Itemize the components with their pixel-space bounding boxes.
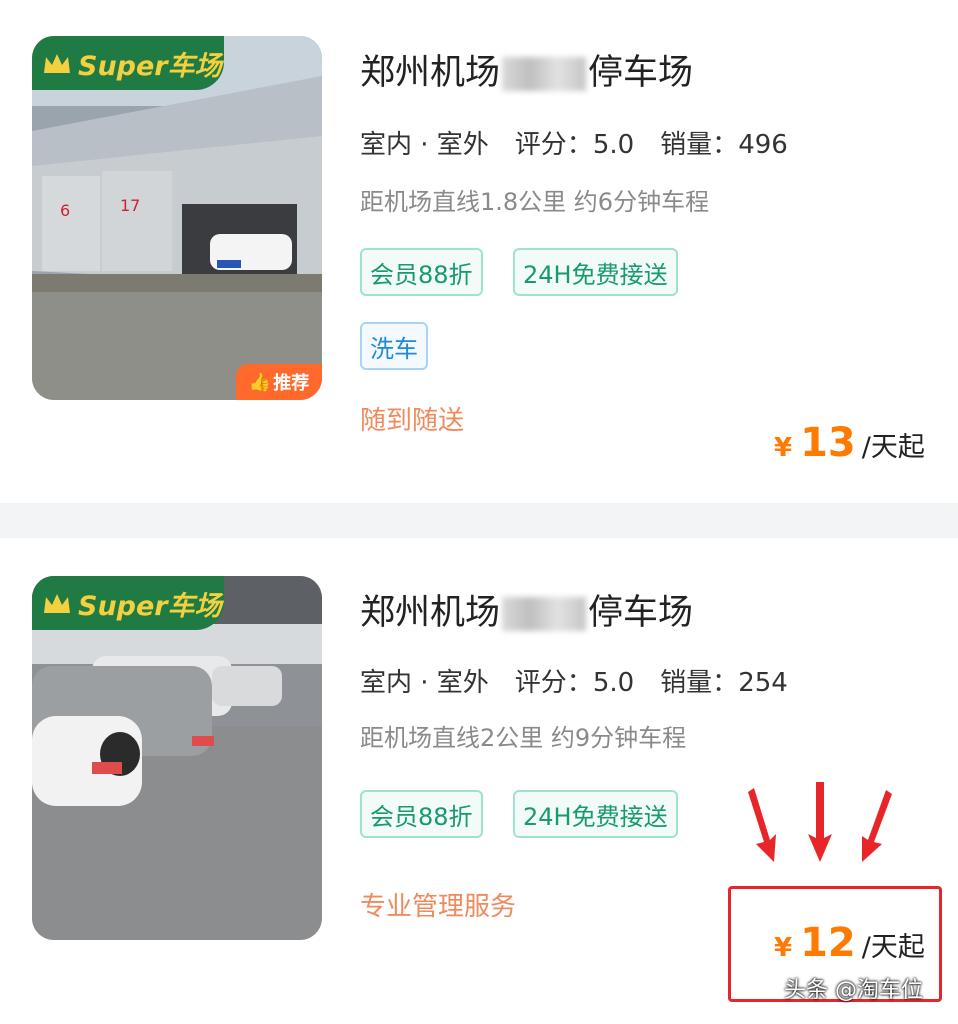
price-display: ¥13/天起 bbox=[774, 420, 925, 466]
free-shuttle-tag: 24H免费接送 bbox=[513, 248, 678, 296]
lot-meta: 室内 · 室外 评分：5.0 销量：496 bbox=[360, 124, 788, 165]
super-badge-label: Super车场 bbox=[78, 50, 222, 82]
redacted-text bbox=[502, 597, 587, 631]
arrow-down-icon bbox=[808, 782, 832, 862]
member-discount-tag: 会员88折 bbox=[360, 248, 483, 296]
indoor-outdoor-label: 室内 · 室外 bbox=[360, 124, 489, 165]
member-discount-tag: 会员88折 bbox=[360, 790, 483, 838]
price-value: 13 bbox=[800, 420, 856, 466]
price-unit: /天起 bbox=[861, 432, 925, 463]
super-badge-label: Super车场 bbox=[78, 590, 222, 622]
sales-label: 销量： bbox=[660, 668, 739, 698]
sales-value: 496 bbox=[738, 130, 788, 160]
title-part-end: 停车场 bbox=[588, 593, 694, 633]
rating-label: 评分： bbox=[514, 130, 593, 160]
parking-lot-name[interactable]: 郑州机场 停车场 bbox=[360, 44, 693, 95]
sales-value: 254 bbox=[738, 668, 788, 698]
super-lot-badge: Super车场 bbox=[32, 36, 224, 90]
rating-value: 5.0 bbox=[592, 668, 635, 698]
currency-symbol: ¥ bbox=[774, 433, 793, 463]
indoor-outdoor-label: 室内 · 室外 bbox=[360, 662, 489, 703]
crown-icon bbox=[44, 54, 70, 73]
distance-info: 距机场直线2公里 约9分钟车程 bbox=[360, 724, 687, 752]
parking-lot-image bbox=[32, 576, 322, 940]
distance-info: 距机场直线1.8公里 约6分钟车程 bbox=[360, 188, 710, 216]
parking-lot-photo[interactable]: 6 17 Super车场 👍 推荐 bbox=[32, 36, 322, 400]
title-part-start: 郑州机场 bbox=[360, 593, 501, 633]
title-part-end: 停车场 bbox=[588, 53, 694, 93]
arrow-down-icon bbox=[748, 788, 776, 862]
svg-text:17: 17 bbox=[120, 196, 140, 215]
watermark: 头条 @淘车位 bbox=[784, 978, 923, 1003]
crown-icon bbox=[44, 594, 70, 613]
lot-meta: 室内 · 室外 评分：5.0 销量：254 bbox=[360, 662, 788, 703]
rating-label: 评分： bbox=[514, 668, 593, 698]
thumbs-up-icon: 👍 bbox=[248, 371, 272, 393]
svg-text:6: 6 bbox=[60, 201, 70, 220]
redacted-text bbox=[502, 57, 587, 91]
parking-listing-card[interactable]: 6 17 Super车场 👍 推荐 郑州机场 停车场 室内 · 室外 评分：5.0 销… bbox=[0, 0, 958, 503]
parking-lot-image: 6 17 bbox=[32, 36, 322, 400]
rating-value: 5.0 bbox=[592, 130, 635, 160]
service-note: 随到随送 bbox=[360, 406, 465, 436]
car-wash-tag: 洗车 bbox=[360, 322, 428, 370]
sales-label: 销量： bbox=[660, 130, 739, 160]
recommend-badge: 👍 推荐 bbox=[236, 364, 322, 400]
super-lot-badge: Super车场 bbox=[32, 576, 224, 630]
red-arrows-annotation bbox=[748, 782, 892, 862]
parking-lot-photo[interactable]: Super车场 bbox=[32, 576, 322, 940]
service-note: 专业管理服务 bbox=[360, 892, 517, 922]
title-part-start: 郑州机场 bbox=[360, 53, 501, 93]
free-shuttle-tag: 24H免费接送 bbox=[513, 790, 678, 838]
recommend-label: 推荐 bbox=[273, 373, 310, 394]
arrow-down-icon bbox=[862, 790, 892, 862]
parking-lot-name[interactable]: 郑州机场 停车场 bbox=[360, 584, 693, 635]
